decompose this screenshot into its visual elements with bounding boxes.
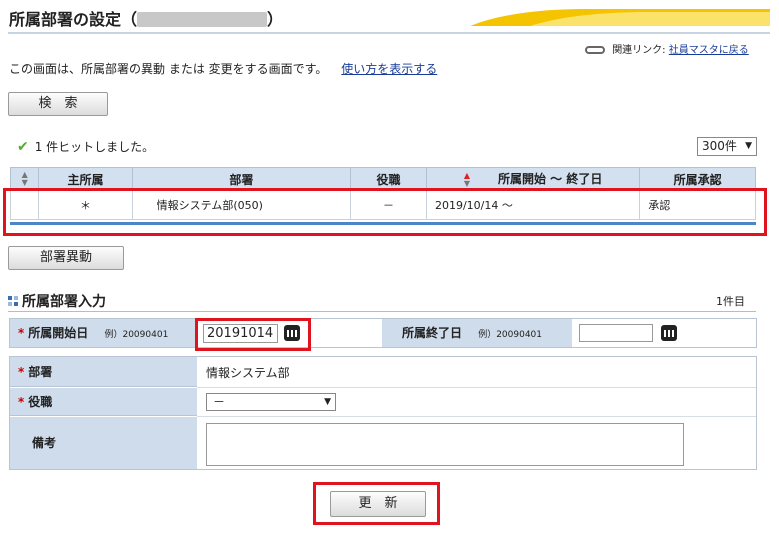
header-swoosh-decoration bbox=[470, 9, 770, 26]
dept-value: 情報システム部 bbox=[206, 366, 290, 380]
dropdown-arrow-icon: ▼ bbox=[324, 397, 331, 407]
intro-line: この画面は、所属部署の異動 または 変更をする画面です。 使い方を表示する bbox=[9, 62, 438, 76]
per-page-select[interactable]: 300件 ▼ bbox=[697, 137, 757, 156]
header-rule bbox=[8, 32, 770, 34]
sort-arrows-icon: ▲ ▼ bbox=[21, 169, 28, 187]
grid-square-icon bbox=[8, 296, 18, 306]
dept-label: * 部署 bbox=[10, 357, 197, 387]
hit-count: ✔ 1 件ヒットしました。 bbox=[17, 139, 155, 155]
show-help-link[interactable]: 使い方を表示する bbox=[341, 62, 437, 76]
start-date-label: * 所属開始日 例）20090401 bbox=[10, 319, 197, 347]
department-transfer-button[interactable]: 部署異動 bbox=[8, 246, 124, 270]
highlight-update-box bbox=[313, 482, 440, 525]
note-label: 備考 bbox=[10, 417, 197, 469]
dropdown-arrow-icon: ▼ bbox=[745, 141, 752, 151]
back-to-employee-master-link[interactable]: 社員マスタに戻る bbox=[669, 45, 749, 56]
sort-desc-icon: ▲ ▼ bbox=[463, 170, 470, 188]
checkmark-icon: ✔ bbox=[17, 139, 29, 155]
record-count: 1件目 bbox=[716, 295, 745, 308]
end-date-label: 所属終了日 例）20090401 bbox=[382, 319, 572, 347]
note-textarea[interactable] bbox=[206, 423, 684, 466]
page-title: 所属部署の設定（） bbox=[9, 10, 284, 29]
highlight-start-date-box bbox=[195, 318, 311, 351]
detail-form: * 部署 情報システム部 * 役職 － ▼ 備考 bbox=[9, 356, 757, 470]
end-calendar-icon[interactable] bbox=[661, 325, 677, 341]
role-label: * 役職 bbox=[10, 388, 197, 416]
search-button[interactable]: 検 索 bbox=[8, 92, 108, 116]
related-links: 関連リンク: 社員マスタに戻る bbox=[585, 41, 749, 56]
chain-link-icon bbox=[585, 46, 605, 54]
redacted-name bbox=[137, 12, 268, 27]
section-title: 所属部署入力 bbox=[8, 291, 106, 311]
section-rule bbox=[8, 311, 756, 312]
highlight-row-box bbox=[3, 188, 767, 236]
role-select[interactable]: － ▼ bbox=[206, 393, 336, 411]
date-row: * 所属開始日 例）20090401 所属終了日 例）20090401 bbox=[9, 318, 757, 348]
end-date-input[interactable] bbox=[579, 324, 653, 342]
